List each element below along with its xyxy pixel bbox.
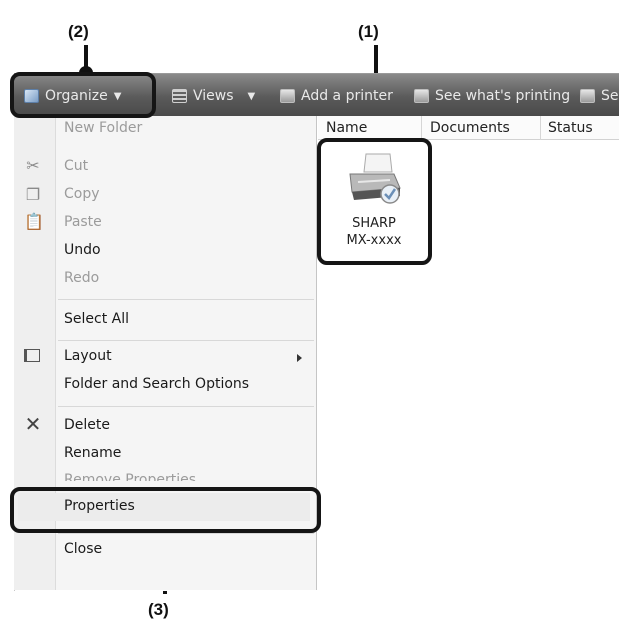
menu-item-rename[interactable]: Rename xyxy=(64,445,121,461)
printer-settings-icon xyxy=(580,89,595,103)
callout-label-2: (2) xyxy=(68,22,89,41)
menu-item-layout[interactable]: Layout xyxy=(64,348,112,364)
see-printing-label: See what's printing xyxy=(435,88,571,104)
add-printer-button[interactable]: Add a printer xyxy=(280,86,393,106)
select-preferences-label: Sel xyxy=(601,88,619,104)
column-divider xyxy=(421,116,422,140)
printer-add-icon xyxy=(280,89,295,103)
menu-item-undo[interactable]: Undo xyxy=(64,242,101,258)
copy-icon: ❐ xyxy=(25,185,41,204)
paste-icon: 📋 xyxy=(24,212,44,231)
views-icon xyxy=(172,89,187,103)
cut-icon: ✂ xyxy=(26,156,40,175)
menu-item-cut[interactable]: Cut xyxy=(64,158,88,174)
highlight-box-organize xyxy=(10,72,156,118)
column-divider xyxy=(540,116,541,140)
chevron-down-icon: ▼ xyxy=(247,90,256,102)
menu-separator xyxy=(58,406,314,407)
highlight-box-properties xyxy=(10,487,321,533)
views-button[interactable]: Views ▼ xyxy=(172,86,255,106)
menu-item-copy[interactable]: Copy xyxy=(64,186,100,202)
submenu-arrow-icon xyxy=(297,354,302,362)
callout-label-1: (1) xyxy=(358,22,379,41)
column-status-header[interactable]: Status xyxy=(548,120,593,136)
menu-item-paste[interactable]: Paste xyxy=(64,214,102,230)
menu-item-select-all[interactable]: Select All xyxy=(64,311,129,327)
delete-icon: ✕ xyxy=(24,412,42,436)
column-documents-header[interactable]: Documents xyxy=(430,120,510,136)
menu-item-redo[interactable]: Redo xyxy=(64,270,99,286)
menu-separator xyxy=(58,340,314,341)
add-printer-label: Add a printer xyxy=(301,88,393,104)
menu-separator xyxy=(58,533,314,534)
menu-separator xyxy=(58,299,314,300)
views-label: Views xyxy=(193,88,234,104)
callout-label-3: (3) xyxy=(148,600,169,619)
layout-icon xyxy=(24,349,40,362)
column-name-header[interactable]: Name xyxy=(326,120,367,136)
menu-item-folder-options[interactable]: Folder and Search Options xyxy=(64,376,249,392)
printer-queue-icon xyxy=(414,89,429,103)
menu-item-delete[interactable]: Delete xyxy=(64,417,110,433)
highlight-box-printer xyxy=(317,138,432,265)
see-printing-button[interactable]: See what's printing xyxy=(414,86,570,106)
menu-item-new-folder[interactable]: New Folder xyxy=(64,120,142,136)
list-column-header: Name Documents Status xyxy=(318,116,619,140)
menu-item-remove-properties-clip: Remove Properties xyxy=(64,472,264,481)
select-preferences-button[interactable]: Sel xyxy=(580,86,619,106)
menu-item-remove-properties[interactable]: Remove Properties xyxy=(64,472,196,481)
menu-item-close[interactable]: Close xyxy=(64,541,102,557)
